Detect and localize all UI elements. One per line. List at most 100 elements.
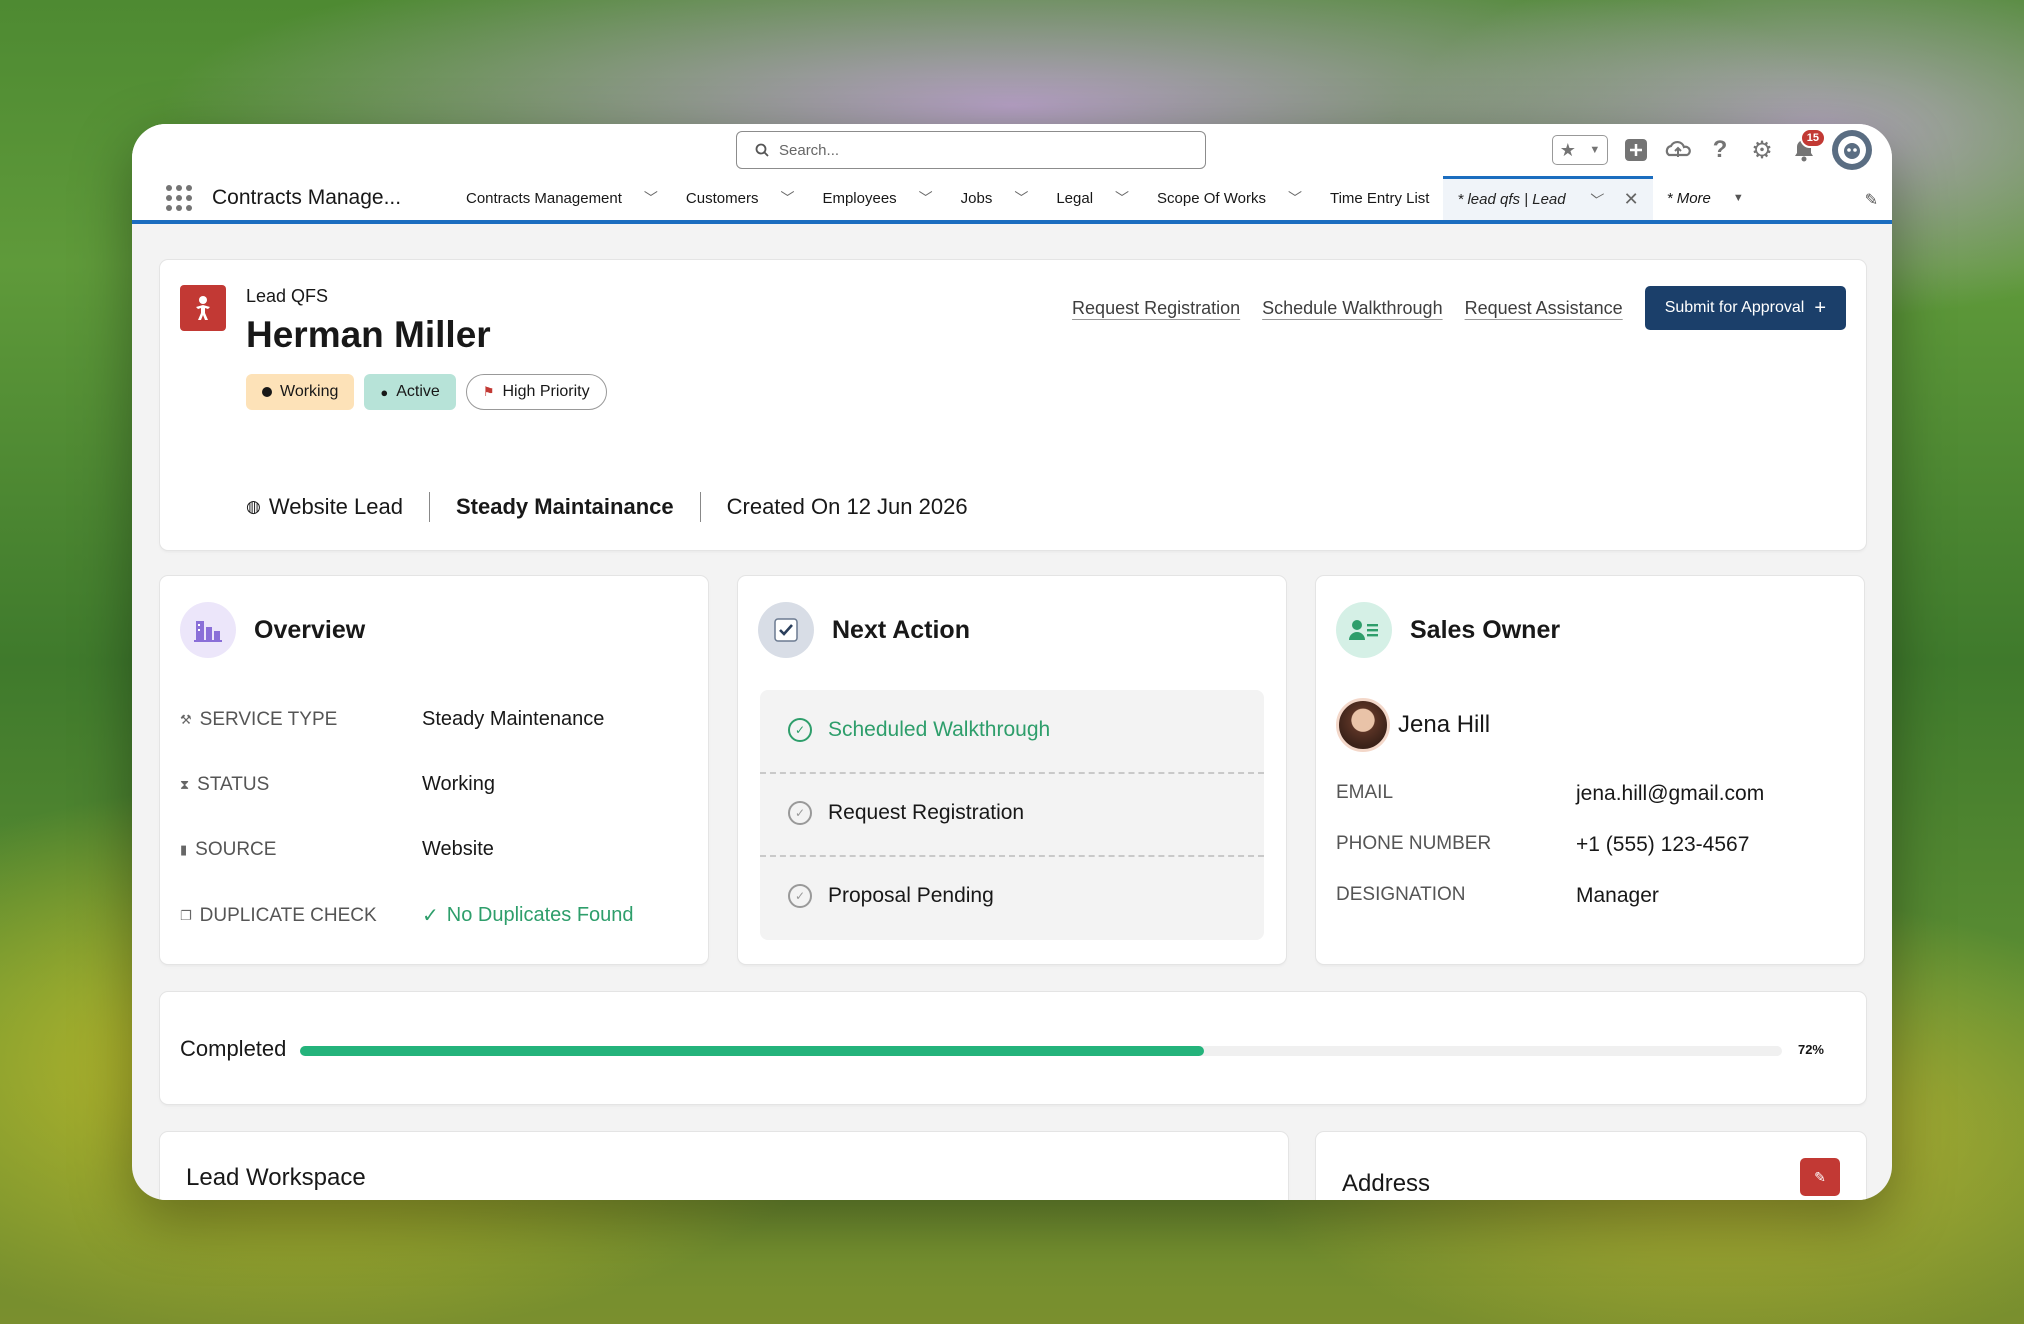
favorites-button[interactable]: ★ ▼ <box>1552 135 1608 165</box>
nav-item-label: Time Entry List <box>1329 189 1430 207</box>
nav-item-label: Legal <box>1056 189 1094 207</box>
field-label: DUPLICATE CHECK <box>199 904 377 926</box>
nav-item-legal[interactable]: Legal ﹀ <box>1042 176 1143 220</box>
next-action-item-scheduled-walkthrough[interactable]: ✓ Scheduled Walkthrough <box>788 718 1050 742</box>
service-icon: ⚒ <box>180 711 192 727</box>
divider <box>760 772 1264 774</box>
nav-item-employees[interactable]: Employees ﹀ <box>808 176 946 220</box>
user-astro-icon <box>1838 136 1866 164</box>
check-circle-icon: ✓ <box>788 718 812 742</box>
owner-row-phone: PHONE NUMBER +1 (555) 123-4567 <box>1336 833 1749 857</box>
field-value[interactable]: jena.hill@gmail.com <box>1576 782 1764 806</box>
priority-badge: ⚑ High Priority <box>465 374 607 410</box>
chevron-down-icon[interactable]: ﹀ <box>919 188 933 208</box>
field-value: No Duplicates Found <box>446 904 634 926</box>
nav-item-customers[interactable]: Customers ﹀ <box>672 176 809 220</box>
field-value: Manager <box>1576 884 1659 907</box>
plus-icon: + <box>1814 296 1826 319</box>
search-placeholder: Search... <box>779 141 840 159</box>
edit-nav-pencil-icon[interactable]: ✎ <box>1865 190 1878 210</box>
owner-row-email: EMAIL jena.hill@gmail.com <box>1336 782 1764 806</box>
progress-track <box>300 1046 1782 1056</box>
chevron-down-icon[interactable]: ﹀ <box>1288 188 1302 208</box>
chevron-down-icon[interactable]: ﹀ <box>1014 188 1028 208</box>
globe-icon: ◍ <box>246 497 261 516</box>
divider <box>760 855 1264 857</box>
search-icon <box>755 143 769 157</box>
nav-more-label: * More <box>1666 189 1711 207</box>
field-label: PHONE NUMBER <box>1336 833 1492 854</box>
check-circle-icon: ✓ <box>788 884 812 908</box>
question-icon: ? <box>1712 136 1728 163</box>
field-label: DESIGNATION <box>1336 884 1466 905</box>
star-icon: ★ <box>1559 139 1576 160</box>
help-button[interactable]: ? <box>1706 136 1734 164</box>
global-header: Search... ★ ▼ ? ⚙ 15 <box>132 124 1892 176</box>
edit-address-button[interactable]: ✎ <box>1800 1158 1840 1196</box>
next-action-item-request-registration[interactable]: ✓ Request Registration <box>788 801 1024 825</box>
next-action-item-proposal-pending[interactable]: ✓ Proposal Pending <box>788 884 994 908</box>
overview-panel: Overview ⚒ SERVICE TYPE Steady Maintenance… <box>160 576 708 964</box>
chevron-down-icon[interactable]: ﹀ <box>780 188 794 208</box>
completion-progress-card: Completed 72% <box>160 992 1866 1104</box>
owner-name: Jena Hill <box>1398 711 1491 738</box>
lead-workspace-title: Lead Workspace <box>186 1164 366 1191</box>
caret-down-icon: ▼ <box>1732 192 1744 204</box>
nav-item-scope-of-works[interactable]: Scope Of Works ﹀ <box>1143 176 1316 220</box>
nav-item-label: Customers <box>685 189 759 207</box>
nav-item-label: Employees <box>822 189 897 207</box>
field-value[interactable]: +1 (555) 123-4567 <box>1576 833 1749 857</box>
settings-button[interactable]: ⚙ <box>1748 136 1776 164</box>
chevron-down-icon[interactable]: ﹀ <box>1115 188 1129 208</box>
notifications-button[interactable]: 15 <box>1790 128 1826 164</box>
nav-item-contracts-management[interactable]: Contracts Management ﹀ <box>452 176 672 220</box>
address-title: Address <box>1342 1170 1431 1197</box>
field-label: SOURCE <box>195 838 277 860</box>
next-action-list: ✓ Scheduled Walkthrough ✓ Request Registra… <box>760 690 1264 940</box>
schedule-walkthrough-link[interactable]: Schedule Walkthrough <box>1262 298 1442 319</box>
check-circle-icon: ✓ <box>788 801 812 825</box>
overview-row-source: ▮ SOURCE Website <box>180 838 494 861</box>
tab-label: * lead qfs | Lead <box>1457 191 1566 208</box>
nav-items: Contracts Management ﹀ Customers ﹀ Employe… <box>452 176 1758 220</box>
global-search-input[interactable]: Search... <box>736 131 1206 169</box>
next-action-title: Next Action <box>832 616 970 644</box>
pill-label: High Priority <box>502 383 590 400</box>
pencil-icon: ✎ <box>1814 1168 1826 1185</box>
submit-for-approval-button[interactable]: Submit for Approval + <box>1644 286 1846 330</box>
lead-source: Website Lead <box>268 494 403 519</box>
nav-item-jobs[interactable]: Jobs ﹀ <box>947 176 1043 220</box>
field-value: Steady Maintenance <box>422 708 605 730</box>
overview-row-duplicate-check: ❐ DUPLICATE CHECK ✓ No Duplicates Found <box>180 903 634 928</box>
owner-profile[interactable]: Jena Hill <box>1336 698 1490 752</box>
user-avatar[interactable] <box>1832 130 1872 170</box>
global-actions-button[interactable] <box>1622 136 1650 164</box>
trailhead-button[interactable] <box>1664 136 1692 164</box>
hourglass-icon: ⧗ <box>180 776 190 792</box>
action-label: Request Registration <box>828 801 1025 824</box>
record-header: Lead QFS Herman Miller Working ● Active ⚑… <box>160 260 1866 550</box>
cloud-icon <box>1665 140 1691 157</box>
chevron-down-icon[interactable]: ﹀ <box>1588 190 1602 210</box>
button-label: Submit for Approval <box>1664 299 1805 316</box>
object-label: Lead QFS <box>246 286 329 306</box>
close-icon[interactable]: ✕ <box>1624 189 1639 210</box>
plus-square-icon <box>1625 139 1647 161</box>
address-card: Address ✎ <box>1316 1132 1866 1200</box>
status-badge-working: Working <box>246 374 355 410</box>
divider <box>699 492 701 522</box>
chevron-down-icon[interactable]: ﹀ <box>644 188 658 208</box>
app-launcher-icon[interactable] <box>166 185 192 211</box>
flag-icon: ⚑ <box>482 384 495 399</box>
field-value: Website <box>422 838 494 860</box>
header-utility-icons: ★ ▼ ? ⚙ 15 <box>1552 128 1872 170</box>
gear-icon: ⚙ <box>1751 136 1773 164</box>
nav-more[interactable]: * More ▼ <box>1653 176 1758 220</box>
app-navigation-bar: Contracts Manage... Contracts Management… <box>132 176 1892 224</box>
request-assistance-link[interactable]: Request Assistance <box>1465 298 1623 319</box>
tab-lead-record[interactable]: * lead qfs | Lead ﹀ ✕ <box>1443 176 1653 220</box>
overview-row-status: ⧗ STATUS Working <box>180 773 495 796</box>
copy-icon: ❐ <box>180 907 192 923</box>
request-registration-link[interactable]: Request Registration <box>1072 298 1240 319</box>
nav-item-time-entry-list[interactable]: Time Entry List <box>1316 176 1443 220</box>
